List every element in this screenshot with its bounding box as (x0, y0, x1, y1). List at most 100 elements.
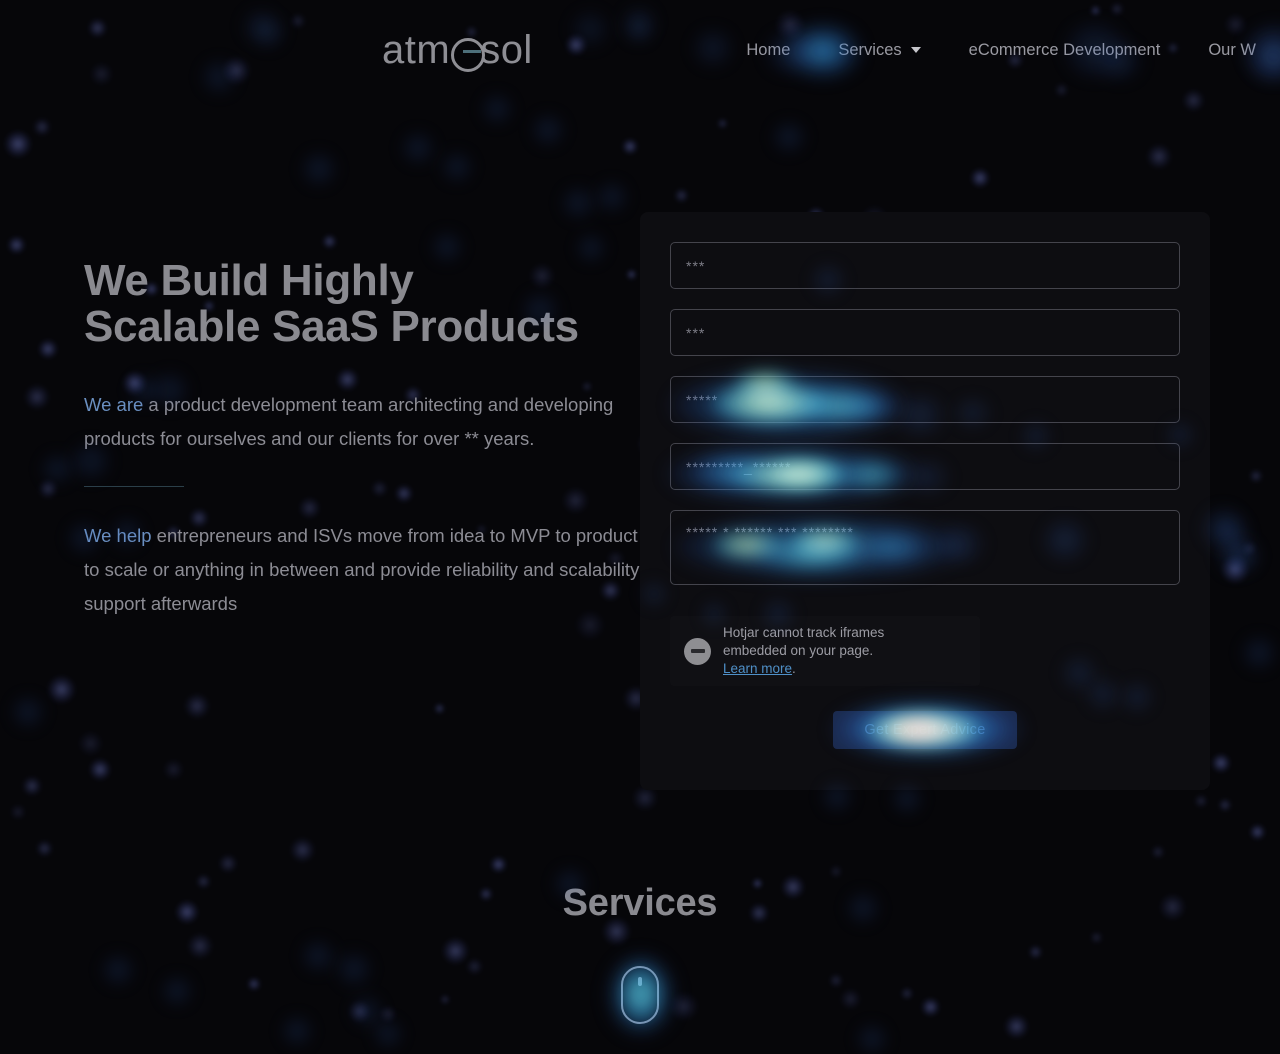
background-particle (289, 837, 316, 863)
heatmap-blob (595, 180, 629, 214)
background-particle (379, 1005, 398, 1024)
get-expert-advice-button[interactable]: Get Expert Advice (833, 711, 1017, 749)
background-particle (1210, 753, 1232, 774)
background-particle (183, 692, 211, 720)
heatmap-blob (280, 1014, 314, 1048)
background-particle (828, 973, 844, 988)
background-particle (829, 864, 843, 879)
page-root: atm sol Home Services eCommerce Development… (0, 0, 1280, 1054)
nav-item-label: Our W (1208, 40, 1256, 59)
background-particle (88, 758, 112, 782)
heatmap-blob (530, 112, 566, 148)
scroll-mouse-icon[interactable] (621, 966, 659, 1024)
background-particle (186, 932, 214, 960)
background-particle (246, 976, 261, 991)
email-field[interactable] (670, 376, 1180, 423)
hero-paragraph-2: We help entrepreneurs and ISVs move from… (84, 519, 644, 622)
hero-paragraph-1-accent: We are (84, 393, 144, 415)
background-particle (1248, 468, 1264, 484)
hero-heading-line-1: We Build Highly (84, 256, 414, 305)
heatmap-blob (400, 130, 436, 166)
background-particle (1220, 555, 1250, 585)
hero-heading-line-2: Scalable SaaS Products (84, 301, 579, 351)
heatmap-blob (1240, 634, 1278, 672)
background-particle (1146, 143, 1172, 170)
logo-o-mark-icon (451, 38, 486, 72)
background-particle (7, 235, 27, 255)
heatmap-blob (855, 1022, 889, 1054)
background-particle (78, 730, 104, 756)
nav-item-our-w[interactable]: Our W (1184, 41, 1280, 60)
hero-paragraph-1: We are a product development team archit… (84, 388, 644, 456)
hotjar-notice-line-1: Hotjar cannot track iframes (723, 624, 885, 640)
heatmap-blob (1215, 535, 1257, 577)
heatmap-blob (770, 120, 808, 154)
background-particle (218, 853, 238, 874)
page-title: We Build Highly Scalable SaaS Products (84, 258, 644, 350)
background-particle (1241, 540, 1258, 557)
hotjar-learn-more-link[interactable]: Learn more (723, 661, 792, 676)
nav-item-services[interactable]: Services (814, 41, 944, 60)
contact-form: ***** * ****** *** ******** (640, 212, 1210, 635)
hotjar-notice-text: Hotjar cannot track iframes embedded on … (723, 624, 884, 679)
hero-content: We Build Highly Scalable SaaS Products W… (84, 258, 644, 622)
heatmap-blob (300, 938, 336, 974)
phone-field[interactable] (670, 443, 1180, 490)
main-navigation: Home Services eCommerce Development Our W (722, 0, 1280, 100)
background-particle (46, 675, 77, 705)
background-particle (37, 338, 58, 359)
background-particle (466, 958, 484, 976)
heatmap-blob (10, 694, 46, 730)
services-heading: Services (562, 882, 718, 924)
heatmap-blob (1225, 538, 1261, 574)
background-particle (674, 187, 690, 203)
background-particle (33, 118, 51, 136)
background-particle (669, 991, 699, 1022)
heatmap-blob (160, 974, 194, 1008)
background-particle (1151, 844, 1165, 859)
no-entry-icon (684, 637, 711, 665)
hero-paragraph-2-rest: entrepreneurs and ISVs move from idea to… (84, 524, 640, 615)
heatmap-blob (300, 150, 338, 188)
first-name-field[interactable] (670, 242, 1180, 289)
background-particle (1090, 930, 1104, 945)
background-particle (970, 168, 990, 189)
contact-form-panel: ***** * ****** *** ******** (640, 212, 1210, 790)
nav-item-ecommerce-development[interactable]: eCommerce Development (945, 41, 1185, 60)
nav-item-label: Services (838, 40, 902, 59)
background-particle (321, 233, 337, 250)
site-header: atm sol Home Services eCommerce Development… (0, 0, 1280, 100)
hotjar-notice-suffix: . (792, 661, 796, 677)
background-particle (1217, 798, 1232, 813)
heatmap-blob (40, 452, 74, 486)
background-particle (162, 758, 184, 780)
hero-divider (84, 485, 184, 487)
background-particle (4, 129, 32, 158)
background-particle (621, 138, 638, 155)
background-particle (439, 994, 450, 1005)
background-particle (24, 383, 51, 411)
nav-item-home[interactable]: Home (722, 41, 814, 60)
background-particle (1249, 823, 1267, 841)
hotjar-notice-line-2: embedded on your page. (723, 642, 874, 658)
hotjar-notice: Hotjar cannot track iframes embedded on … (670, 616, 980, 686)
chevron-down-icon (910, 47, 921, 53)
last-name-field[interactable] (670, 309, 1180, 356)
heatmap-blob (440, 150, 474, 184)
logo-text-a: atm (382, 28, 451, 72)
nav-item-label: eCommerce Development (968, 40, 1161, 59)
background-particle (489, 855, 507, 874)
background-particle (441, 937, 469, 965)
message-field[interactable]: ***** * ****** *** ******** (670, 510, 1180, 585)
background-particle (716, 117, 729, 130)
background-particle (21, 776, 43, 797)
background-particle (38, 478, 59, 499)
nav-item-label: Home (746, 40, 791, 59)
logo-text-b: sol (480, 28, 533, 72)
background-particle (1004, 1014, 1029, 1039)
background-particle (347, 999, 371, 1023)
heatmap-blob (100, 952, 136, 988)
site-logo[interactable]: atm sol (382, 28, 533, 73)
background-particle (434, 703, 445, 714)
hero-paragraph-1-rest: a product development team architecting … (84, 393, 614, 449)
